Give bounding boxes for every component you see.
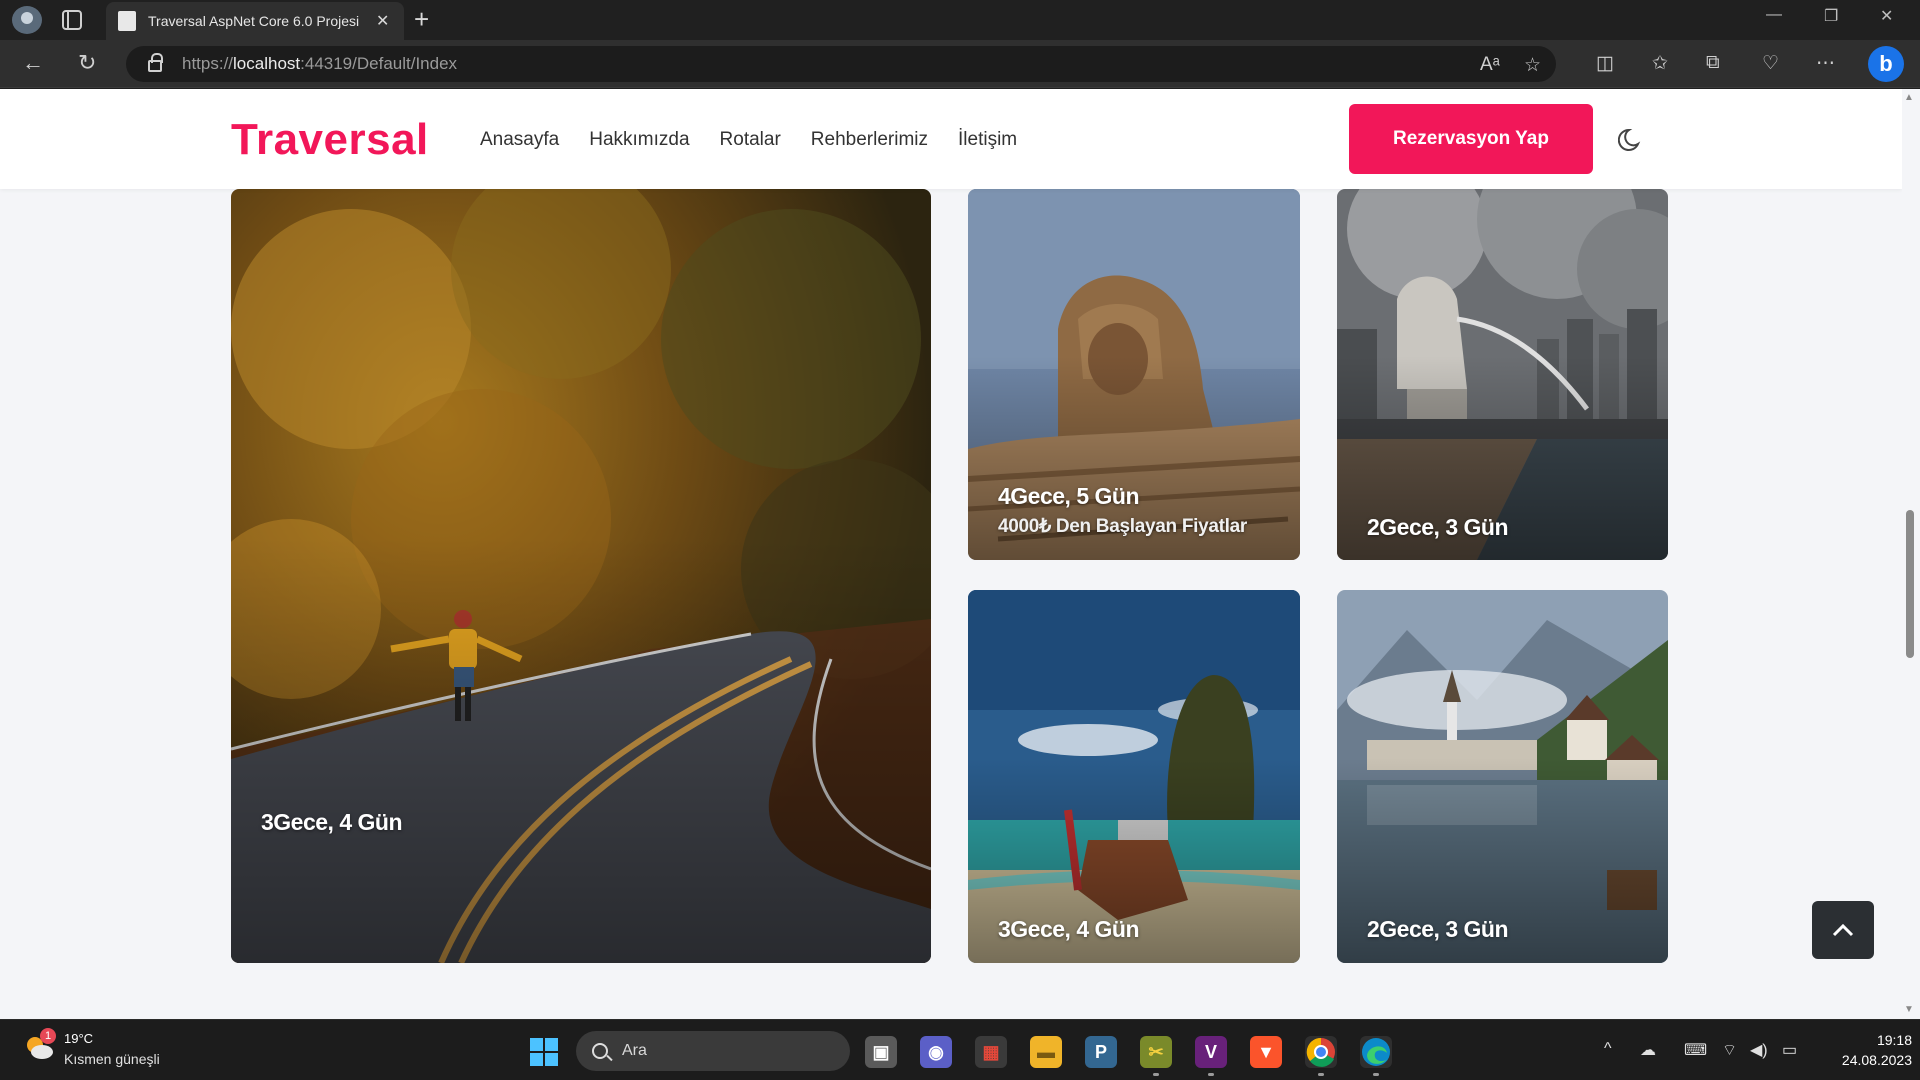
microsoft-store-icon[interactable]: ▦ (975, 1036, 1007, 1068)
clock-time[interactable]: 19:18 (1862, 1032, 1912, 1048)
profile-avatar[interactable] (12, 6, 42, 34)
card-duration: 3Gece, 4 Gün (261, 809, 403, 835)
card-price: 4000₺ Den Başlayan Fiyatlar (998, 516, 1248, 537)
read-aloud-icon[interactable]: Aᵃ (1480, 54, 1500, 76)
tour-card-austria[interactable]: 2Gece, 3 Gün (1337, 590, 1668, 963)
taskbar-search[interactable]: Ara (576, 1031, 850, 1071)
weather-notification-badge: 1 (40, 1028, 56, 1044)
search-icon (592, 1043, 608, 1059)
weather-temperature[interactable]: 19°C (64, 1031, 93, 1046)
search-placeholder: Ara (622, 1042, 647, 1059)
more-menu-icon[interactable]: ⋯ (1816, 52, 1835, 75)
minimize-icon[interactable]: — (1766, 6, 1782, 24)
split-screen-icon[interactable]: ◫ (1596, 52, 1614, 75)
scrollbar-thumb[interactable] (1906, 510, 1914, 658)
file-explorer-icon[interactable]: ▬ (1030, 1036, 1062, 1068)
dark-mode-moon-icon[interactable] (1618, 127, 1644, 153)
nav-guides[interactable]: Rehberlerimiz (811, 129, 928, 151)
onedrive-cloud-icon[interactable]: ☁ (1640, 1040, 1656, 1060)
card-duration: 3Gece, 4 Gün (998, 916, 1140, 942)
running-indicator (1373, 1073, 1379, 1076)
back-to-top-button[interactable] (1812, 901, 1874, 959)
scroll-up-arrow-icon[interactable]: ▲ (1904, 92, 1914, 103)
show-hidden-icons-chevron-icon[interactable]: ^ (1604, 1040, 1612, 1058)
volume-icon[interactable]: ◀) (1750, 1040, 1768, 1060)
start-menu-icon[interactable] (530, 1038, 558, 1066)
back-icon[interactable]: ← (22, 50, 44, 76)
nav-about[interactable]: Hakkımızda (589, 129, 689, 151)
favorites-icon[interactable]: ✩ (1652, 52, 1668, 75)
address-bar[interactable]: https://localhost:44319/Default/Index Aᵃ… (126, 46, 1556, 82)
nav-routes[interactable]: Rotalar (720, 129, 781, 151)
close-tab-icon[interactable]: ✕ (376, 11, 389, 31)
running-indicator (1208, 1073, 1214, 1076)
nav-home[interactable]: Anasayfa (480, 129, 559, 151)
tab-actions-icon[interactable] (62, 10, 82, 30)
edge-icon[interactable] (1360, 1036, 1392, 1068)
chevron-up-icon (1832, 923, 1854, 937)
browser-titlebar: Traversal AspNet Core 6.0 Projesi ✕ + — … (0, 0, 1920, 40)
visual-studio-icon[interactable]: V (1195, 1036, 1227, 1068)
site-header: Traversal Anasayfa Hakkımızda Rotalar Re… (0, 89, 1902, 189)
close-window-icon[interactable]: ✕ (1880, 6, 1893, 26)
postgresql-icon[interactable]: P (1085, 1036, 1117, 1068)
tour-card-thailand[interactable]: 3Gece, 4 Gün (968, 590, 1300, 963)
card-shade (1337, 189, 1668, 560)
page-favicon-icon (118, 11, 136, 31)
nav-contact[interactable]: İletişim (958, 129, 1017, 151)
brave-browser-icon[interactable]: ▼ (1250, 1036, 1282, 1068)
lock-icon[interactable] (148, 53, 163, 72)
favorite-star-icon[interactable]: ☆ (1524, 54, 1541, 77)
running-indicator (1318, 1073, 1324, 1076)
card-duration: 4Gece, 5 Gün (998, 483, 1140, 509)
browser-essentials-icon[interactable]: ♡ (1762, 52, 1779, 75)
main-nav: Anasayfa Hakkımızda Rotalar Rehberlerimi… (480, 129, 1017, 151)
browser-tab[interactable]: Traversal AspNet Core 6.0 Projesi ✕ (106, 2, 404, 40)
reservation-button[interactable]: Rezervasyon Yap (1349, 104, 1593, 174)
site-logo[interactable]: Traversal (231, 115, 429, 165)
tour-card-singapore[interactable]: 2Gece, 3 Gün (1337, 189, 1668, 560)
wifi-icon[interactable]: ⌔ (1722, 1040, 1737, 1060)
battery-icon[interactable]: ▭ (1782, 1040, 1797, 1060)
scroll-down-arrow-icon[interactable]: ▼ (1904, 1004, 1914, 1015)
address-toolbar: ← ↻ https://localhost:44319/Default/Inde… (0, 40, 1920, 88)
card-shade (231, 189, 931, 963)
tab-title: Traversal AspNet Core 6.0 Projesi (148, 13, 360, 29)
clock-date[interactable]: 24.08.2023 (1820, 1052, 1912, 1068)
card-duration: 2Gece, 3 Gün (1367, 514, 1509, 540)
page-viewport: Traversal Anasayfa Hakkımızda Rotalar Re… (0, 89, 1902, 1019)
teams-chat-icon[interactable]: ◉ (920, 1036, 952, 1068)
new-tab-icon[interactable]: + (414, 4, 429, 35)
tour-card-egypt[interactable]: 4Gece, 5 Gün 4000₺ Den Başlayan Fiyatlar (968, 189, 1300, 560)
running-indicator (1153, 1073, 1159, 1076)
restore-icon[interactable]: ❐ (1824, 6, 1838, 26)
card-duration: 2Gece, 3 Gün (1367, 916, 1509, 942)
bing-copilot-icon[interactable]: b (1868, 46, 1904, 82)
url-text[interactable]: https://localhost:44319/Default/Index (182, 54, 457, 74)
card-shade (1337, 590, 1668, 963)
task-view-icon[interactable]: ▣ (865, 1036, 897, 1068)
collections-icon[interactable]: ⧉ (1706, 52, 1720, 74)
refresh-icon[interactable]: ↻ (78, 50, 96, 76)
keyboard-icon[interactable]: ⌨ (1684, 1040, 1707, 1060)
snipping-tool-icon[interactable]: ✂ (1140, 1036, 1172, 1068)
tour-card-autumn-road[interactable]: 3Gece, 4 Gün (231, 189, 931, 963)
card-shade (968, 590, 1300, 963)
windows-taskbar: 1 19°C Kısmen güneşli Ara ▣ ◉ ▦ ▬ P ✂ V … (0, 1019, 1920, 1080)
weather-description[interactable]: Kısmen güneşli (64, 1051, 160, 1067)
chrome-icon[interactable] (1305, 1036, 1337, 1068)
